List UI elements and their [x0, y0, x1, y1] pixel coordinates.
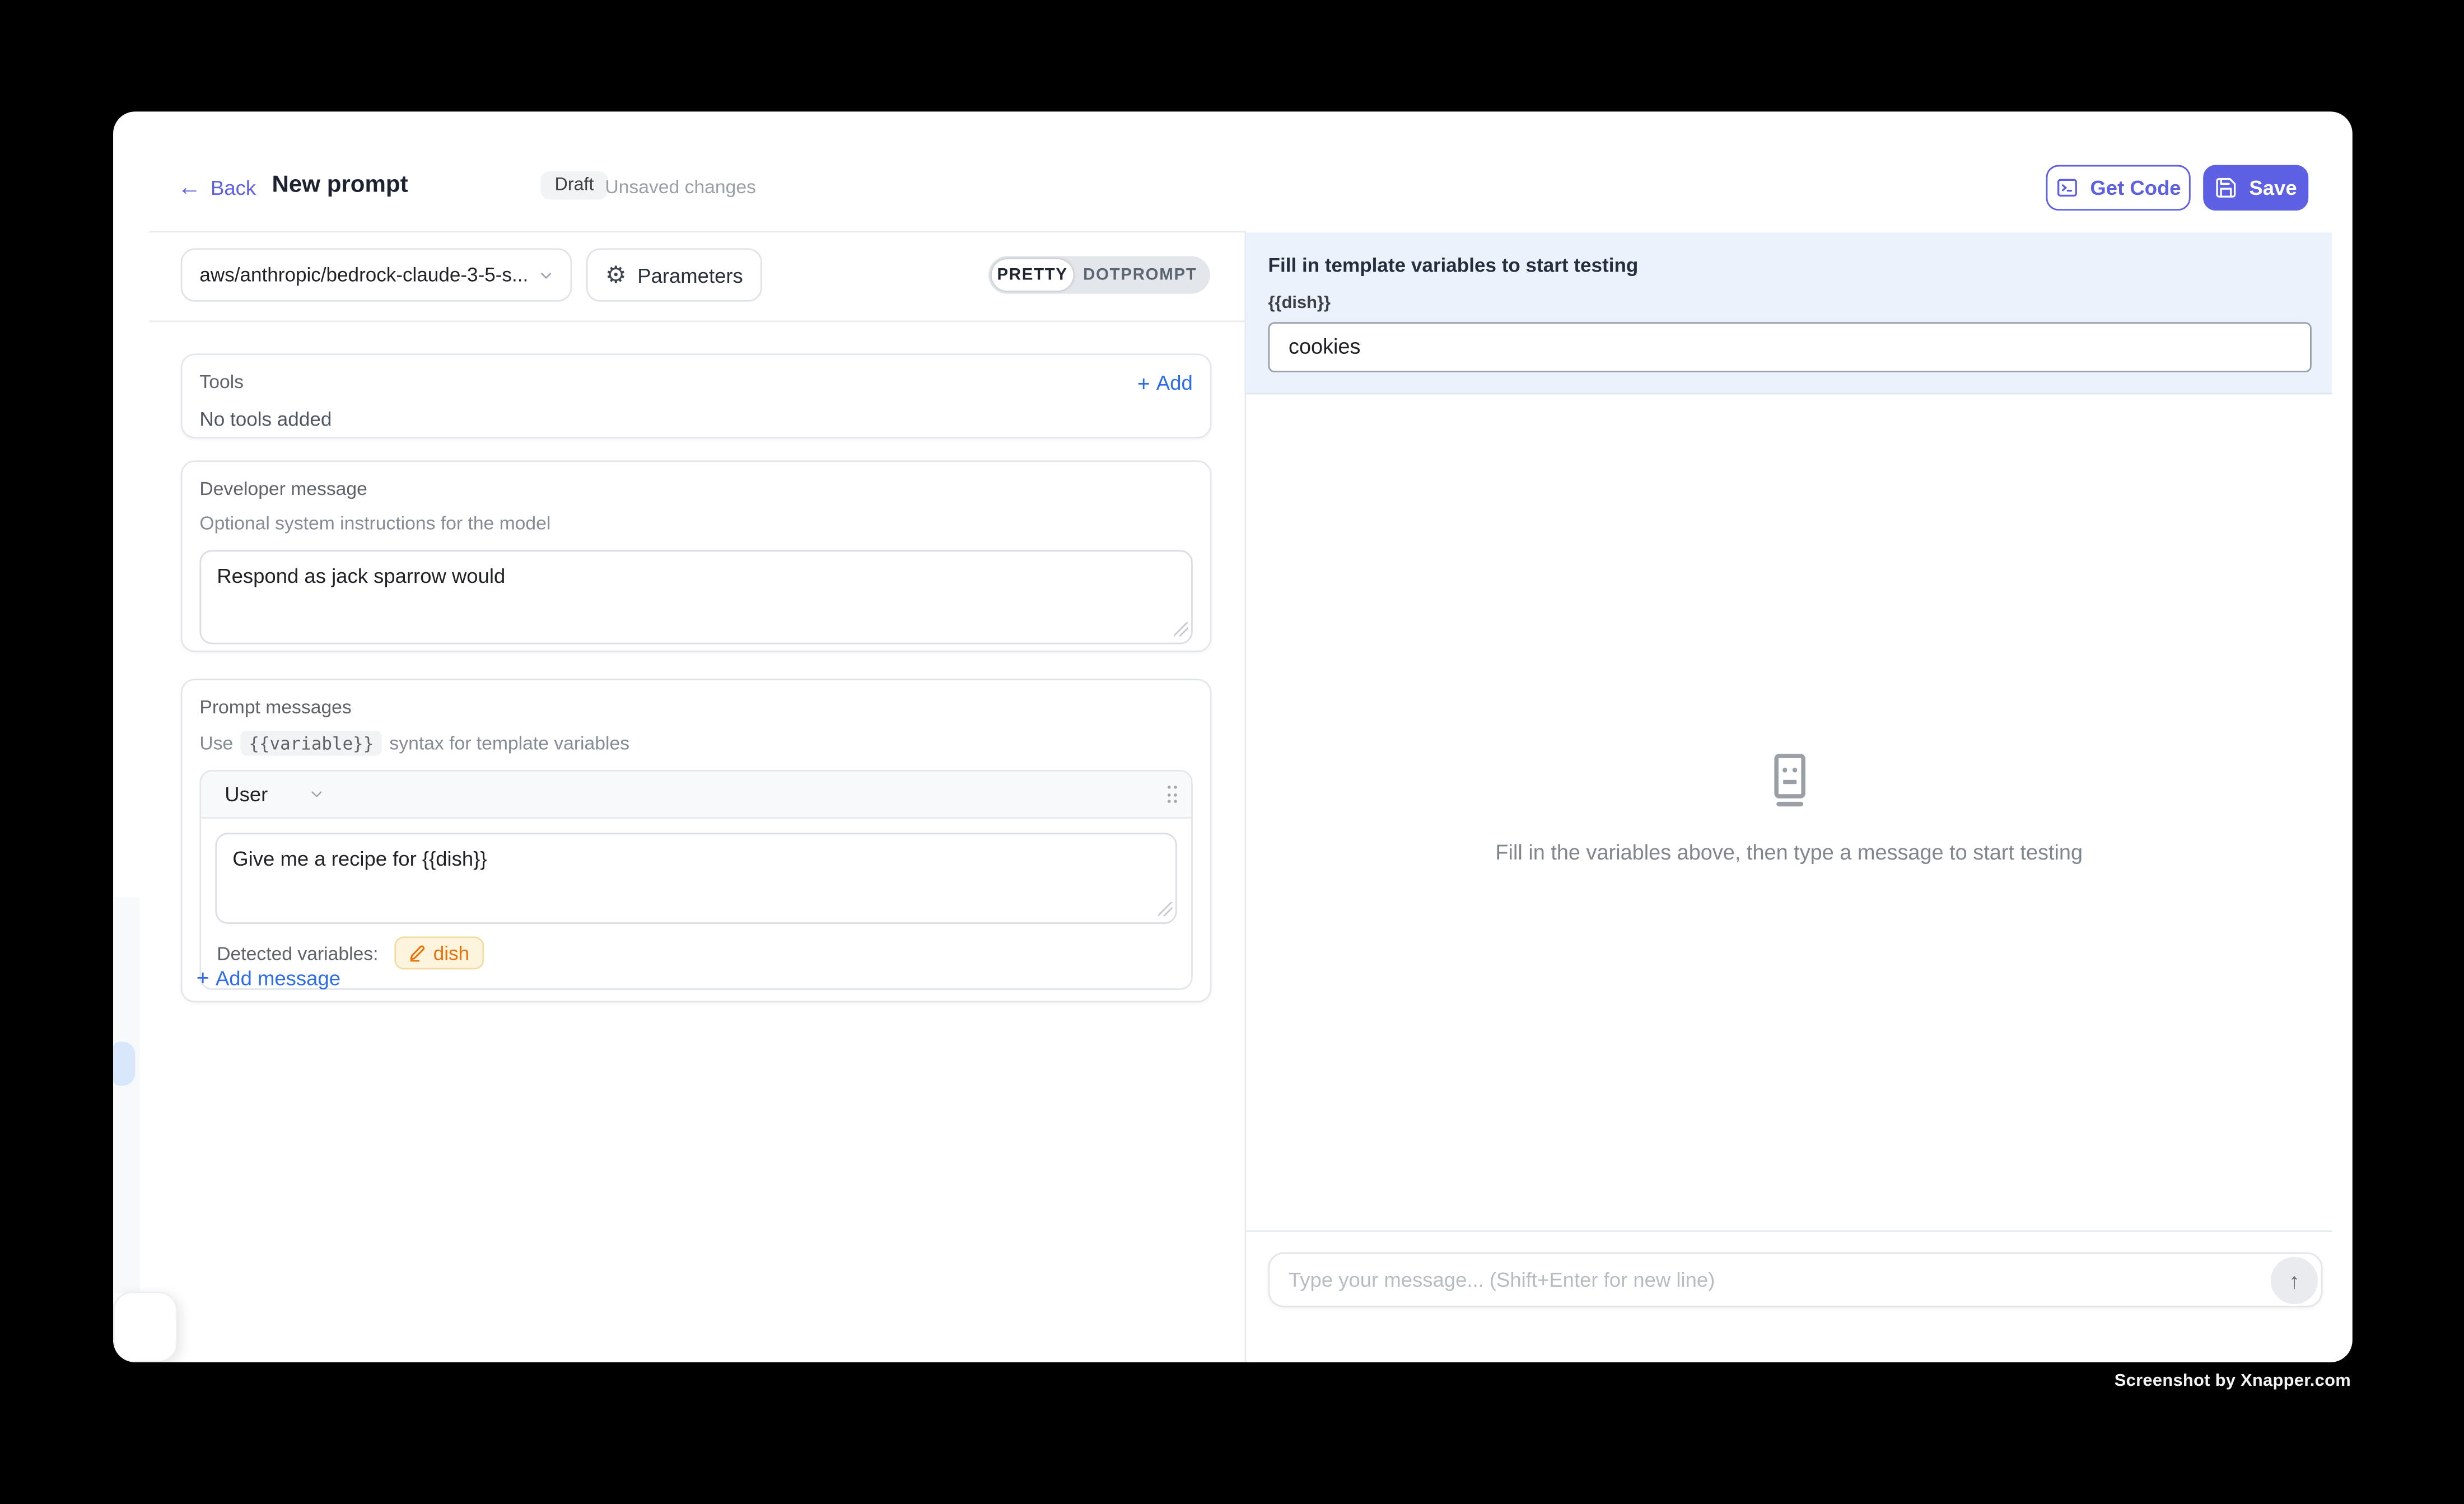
back-label: Back [211, 176, 256, 199]
toggle-dotprompt[interactable]: DOTPROMPT [1074, 259, 1207, 291]
toolbar-divider [150, 320, 1245, 322]
prompt-messages-card: Prompt messages Use {{variable}} syntax … [181, 679, 1212, 1002]
test-panel: Fill in template variables to start test… [1244, 230, 2342, 1363]
variable-value-input[interactable] [1268, 321, 2312, 372]
syntax-hint-prefix: Use [199, 732, 233, 754]
back-button[interactable]: ← Back [178, 174, 256, 202]
plus-icon: + [1137, 372, 1150, 394]
model-select-value: aws/anthropic/bedrock-claude-3-5-s... [199, 264, 537, 286]
message-block: User Give me a recipe for {{dish}} [199, 770, 1192, 990]
resize-handle-icon[interactable] [1174, 622, 1188, 636]
drag-handle-icon[interactable] [1167, 786, 1177, 803]
variable-chip-dish[interactable]: dish [394, 936, 484, 969]
unsaved-changes-label: Unsaved changes [605, 175, 756, 197]
variable-name-label: {{dish}} [1268, 293, 2312, 312]
stage: ← Back New prompt Draft Unsaved changes … [0, 0, 2464, 1504]
chevron-down-icon [538, 267, 555, 284]
empty-state: Fill in the variables above, then type a… [1246, 749, 2332, 863]
left-scroll-gutter [113, 896, 140, 1292]
developer-message-input[interactable]: Respond as jack sparrow would [199, 550, 1192, 644]
get-code-button[interactable]: Get Code [2046, 165, 2191, 211]
syntax-variable-code: {{variable}} [241, 731, 381, 756]
view-mode-toggle: PRETTY DOTPROMPT [988, 256, 1210, 293]
test-panel-title: Fill in template variables to start test… [1268, 254, 2312, 275]
save-button[interactable]: Save [2203, 165, 2308, 211]
toggle-pretty[interactable]: PRETTY [992, 259, 1074, 291]
get-code-label: Get Code [2090, 176, 2181, 199]
prompt-messages-title: Prompt messages [199, 696, 1192, 718]
arrow-up-icon: ↑ [2289, 1267, 2300, 1292]
developer-message-title: Developer message [199, 478, 1192, 499]
chat-divider [1246, 1230, 2332, 1231]
add-message-label: Add message [216, 965, 340, 989]
chat-message-input[interactable] [1270, 1268, 2270, 1292]
terminal-icon [2056, 176, 2079, 199]
template-variables-section: Fill in template variables to start test… [1246, 232, 2332, 394]
send-button[interactable]: ↑ [2271, 1256, 2318, 1303]
status-badge: Draft [540, 171, 608, 200]
developer-message-card: Developer message Optional system instru… [181, 460, 1212, 652]
app-window: ← Back New prompt Draft Unsaved changes … [113, 111, 2351, 1363]
floppy-disk-icon [2215, 176, 2238, 199]
syntax-hint-suffix: syntax for template variables [389, 732, 629, 754]
plus-icon: + [197, 966, 209, 988]
chat-input-bar: ↑ [1268, 1252, 2323, 1307]
parameters-button[interactable]: ⚙ Parameters [586, 248, 762, 301]
variable-chip-label: dish [433, 942, 469, 964]
viewport: ← Back New prompt Draft Unsaved changes … [0, 0, 2464, 1504]
parameters-label: Parameters [637, 263, 743, 287]
arrow-left-icon: ← [178, 176, 201, 199]
page-title: New prompt [272, 170, 408, 197]
resize-handle-icon[interactable] [1158, 902, 1172, 916]
scrollbar-thumb[interactable] [113, 1041, 135, 1085]
save-label: Save [2249, 176, 2297, 199]
screenshot-credit: Screenshot by Xnapper.com [2115, 1372, 2351, 1391]
corner-overlay-box [113, 1292, 178, 1362]
tools-title: Tools [199, 371, 244, 393]
add-tool-label: Add [1156, 371, 1193, 394]
add-tool-button[interactable]: + Add [1137, 371, 1193, 394]
bot-face-icon [1759, 749, 1819, 809]
tools-empty-text: No tools added [199, 409, 1192, 431]
developer-message-subtitle: Optional system instructions for the mod… [199, 512, 1192, 534]
role-select-value: User [225, 782, 268, 806]
pencil-icon [408, 944, 426, 961]
empty-state-text: Fill in the variables above, then type a… [1495, 840, 2083, 863]
add-message-button[interactable]: + Add message [197, 965, 340, 989]
gear-icon: ⚙ [605, 263, 627, 287]
message-text-input[interactable]: Give me a recipe for {{dish}} [215, 833, 1177, 924]
detected-variables-label: Detected variables: [217, 942, 378, 964]
message-header: User [201, 772, 1191, 819]
chevron-down-icon[interactable] [309, 786, 326, 803]
tools-card: Tools + Add No tools added [181, 353, 1212, 438]
model-select[interactable]: aws/anthropic/bedrock-claude-3-5-s... [181, 248, 572, 301]
